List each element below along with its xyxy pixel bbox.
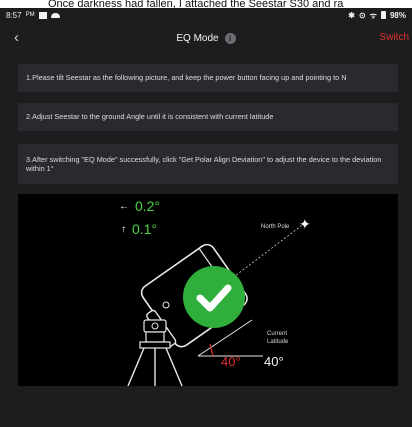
page-title-group: EQ Mode i (176, 32, 236, 44)
instruction-step-1: 1.Please tilt Seestar as the following p… (18, 64, 398, 92)
instruction-step-3: 3.After switching "EQ Mode" successfully… (18, 144, 398, 184)
nav-bar: ‹ EQ Mode i Switch (0, 24, 412, 52)
info-icon[interactable]: i (224, 32, 236, 44)
cloud-icon (50, 12, 60, 18)
step-2-text: 2.Adjust Seestar to the ground Angle unt… (26, 112, 274, 122)
battery-icon (380, 11, 386, 19)
app-screen: 8:57 PM ✱ ⊙ ᯤ 98% ‹ EQ Mode i Switch 1.P… (0, 8, 412, 427)
vertical-deviation-value: 0.1° (132, 221, 158, 237)
status-ampm: PM (25, 12, 35, 18)
tripod-leg-left (127, 347, 145, 386)
tilt-angle-value: 40° (221, 354, 241, 369)
bluetooth-icon: ✱ (348, 10, 355, 20)
notification-square-icon (38, 11, 47, 19)
wifi-icon: ᯤ (369, 10, 377, 20)
page-caption: Once darkness had fallen, I attached the… (0, 0, 412, 8)
mount-head (143, 319, 167, 333)
polar-alignment-illustration: ← 0.2° ↑ 0.1° North Pole ✦ Current Latit… (18, 194, 398, 386)
north-pole-label: North Pole (261, 224, 290, 230)
back-button[interactable]: ‹ (14, 28, 32, 48)
battery-level: 98% (389, 10, 406, 20)
mount-column (145, 331, 165, 343)
north-star-icon: ✦ (299, 216, 311, 232)
step-3-text: 3.After switching "EQ Mode" successfully… (26, 154, 382, 174)
instruction-step-2: 2.Adjust Seestar to the ground Angle unt… (18, 103, 398, 131)
success-check-icon (183, 266, 245, 328)
current-latitude-value: 40° (264, 354, 284, 369)
step-1-text: 1.Please tilt Seestar as the following p… (26, 73, 347, 83)
chevron-left-icon: ‹ (14, 29, 19, 46)
arrow-up-icon: ↑ (121, 223, 126, 235)
vertical-deviation: ↑ 0.1° (121, 221, 157, 237)
horizontal-deviation: ← 0.2° (119, 198, 160, 214)
current-latitude-label: Current Latitude (267, 331, 289, 345)
location-icon: ⊙ (358, 10, 366, 20)
status-time: 8:57 (6, 10, 22, 20)
arrow-left-icon: ← (119, 200, 129, 212)
tripod-leg-right (165, 347, 183, 386)
page-title: EQ Mode (176, 32, 219, 44)
status-bar: 8:57 PM ✱ ⊙ ᯤ 98% (0, 8, 412, 22)
horizontal-deviation-value: 0.2° (135, 198, 161, 214)
switch-button[interactable]: Switch (380, 32, 409, 43)
